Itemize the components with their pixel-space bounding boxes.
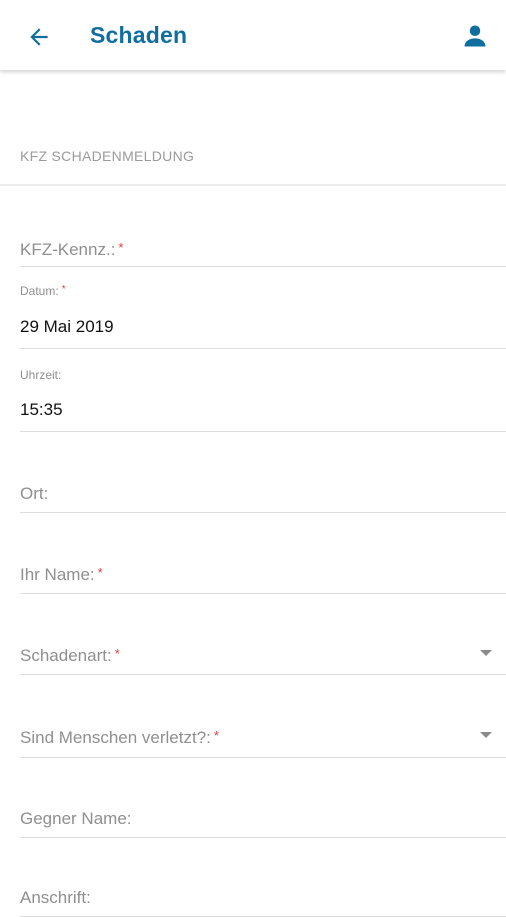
app-bar: Schaden [0, 0, 506, 70]
required-marker: * [114, 646, 120, 661]
datum-value: 29 Mai 2019 [20, 317, 114, 336]
section-title: KFZ SCHADENMELDUNG [20, 148, 195, 164]
gegner-name-placeholder: Gegner Name: [20, 809, 132, 828]
schadenart-placeholder: Schadenart: * [20, 646, 120, 665]
section-divider [0, 184, 506, 186]
verletzt-select[interactable]: Sind Menschen verletzt?: * [20, 715, 506, 758]
required-marker: * [61, 284, 66, 295]
gegner-name-field[interactable]: Gegner Name: [20, 797, 506, 838]
kfz-kennz-field[interactable]: KFZ-Kennz.: * [20, 228, 506, 267]
anschrift-field[interactable]: Anschrift: [20, 876, 506, 917]
uhrzeit-value: 15:35 [20, 400, 63, 419]
uhrzeit-label: Uhrzeit: [20, 368, 62, 382]
page-title: Schaden [90, 22, 188, 48]
arrow-left-icon [30, 28, 48, 46]
verletzt-placeholder: Sind Menschen verletzt?: * [20, 728, 219, 747]
person-icon [464, 25, 486, 47]
ort-field[interactable]: Ort: [20, 470, 506, 513]
anschrift-placeholder: Anschrift: [20, 888, 91, 907]
schadenart-select[interactable]: Schadenart: * [20, 633, 506, 675]
back-button[interactable] [22, 20, 56, 54]
datum-label: Datum: * [20, 284, 66, 298]
chevron-down-icon [480, 650, 492, 656]
ihr-name-field[interactable]: Ihr Name: * [20, 552, 506, 594]
uhrzeit-field[interactable]: Uhrzeit: 15:35 [20, 368, 506, 432]
ihr-name-placeholder: Ihr Name: * [20, 565, 103, 584]
required-marker: * [118, 240, 124, 255]
required-marker: * [213, 728, 219, 743]
chevron-down-icon [480, 732, 492, 738]
datum-field[interactable]: Datum: * 29 Mai 2019 [20, 284, 506, 349]
required-marker: * [97, 565, 103, 580]
ort-placeholder: Ort: [20, 484, 49, 503]
kfz-kennz-placeholder: KFZ-Kennz.: * [20, 240, 124, 259]
profile-button[interactable] [458, 18, 492, 54]
